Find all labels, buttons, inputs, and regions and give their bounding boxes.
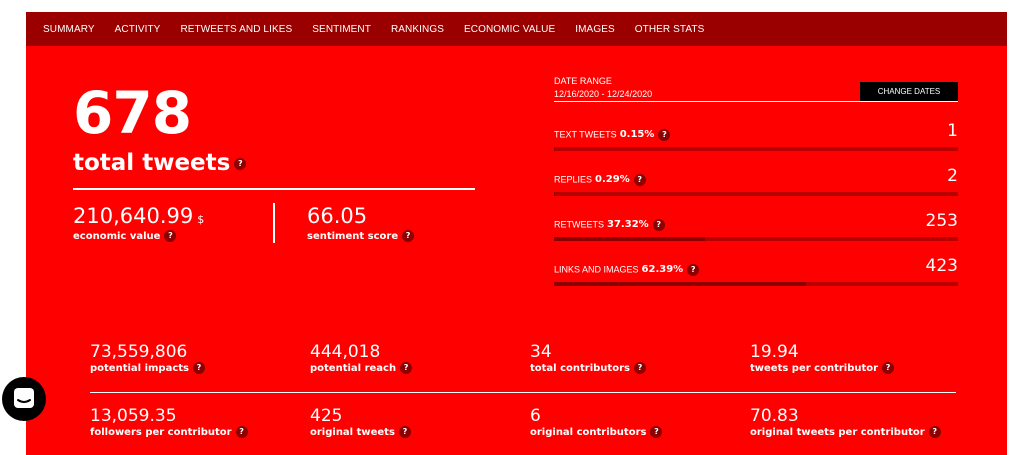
original-contributors-value: 6 (530, 406, 541, 426)
breakdown-label: LINKS AND IMAGES 62.39%? (554, 264, 700, 276)
breakdown-label: TEXT TWEETS 0.15%? (554, 129, 671, 141)
nav-rankings[interactable]: RANKINGS (381, 24, 454, 35)
sentiment-score-label: sentiment score? (307, 230, 415, 242)
breakdown-count: 253 (925, 211, 958, 231)
help-icon[interactable]: ? (928, 426, 941, 438)
potential-reach-value: 444,018 (310, 342, 381, 362)
top-nav: SUMMARY ACTIVITY RETWEETS AND LIKES SENT… (26, 12, 1007, 46)
help-icon[interactable]: ? (235, 426, 248, 438)
breakdown-row: LINKS AND IMAGES 62.39%? 423 (554, 256, 958, 286)
original-tweets-value: 425 (310, 406, 343, 426)
potential-impacts-label: potential impacts? (90, 362, 205, 374)
breakdown-bar-fill (554, 237, 705, 241)
help-icon[interactable]: ? (164, 230, 177, 242)
nav-economic-value[interactable]: ECONOMIC VALUE (454, 24, 565, 35)
original-tweets-label: original tweets? (310, 426, 411, 438)
help-icon[interactable]: ? (658, 129, 671, 141)
help-icon[interactable]: ? (193, 362, 205, 374)
help-icon[interactable]: ? (687, 264, 700, 276)
divider (73, 188, 475, 190)
total-tweets-label: total tweets? (73, 150, 247, 176)
potential-impacts-value: 73,559,806 (90, 342, 188, 362)
help-icon[interactable]: ? (882, 362, 895, 374)
currency-unit: $ (197, 213, 205, 226)
breakdown-bar (554, 192, 958, 196)
nav-retweets-and-likes[interactable]: RETWEETS AND LIKES (170, 24, 302, 35)
breakdown-count: 2 (947, 166, 958, 186)
help-icon[interactable]: ? (398, 426, 411, 438)
breakdown-bar-fill (554, 282, 807, 286)
breakdown-row: RETWEETS 37.32%? 253 (554, 211, 958, 241)
breakdown-bar-fill (554, 147, 555, 151)
economic-value-label: economic value? (73, 230, 177, 242)
breakdown-bar (554, 147, 958, 151)
help-icon[interactable]: ? (633, 174, 646, 186)
help-icon[interactable]: ? (234, 157, 247, 170)
breakdown-label: REPLIES 0.29%? (554, 174, 646, 186)
original-tweets-per-contributor-value: 70.83 (750, 406, 799, 426)
breakdown-row: REPLIES 0.29%? 2 (554, 166, 958, 196)
date-range-title: DATE RANGE (554, 76, 612, 86)
help-icon[interactable]: ? (402, 230, 415, 242)
nav-sentiment[interactable]: SENTIMENT (302, 24, 381, 35)
nav-summary[interactable]: SUMMARY (26, 24, 105, 35)
followers-per-contributor-value: 13,059.35 (90, 406, 177, 426)
breakdown-count: 423 (925, 256, 958, 276)
breakdown-count: 1 (947, 121, 958, 141)
followers-per-contributor-label: followers per contributor? (90, 426, 248, 438)
nav-other-stats[interactable]: OTHER STATS (625, 24, 715, 35)
date-range-value: 12/16/2020 - 12/24/2020 (554, 89, 653, 99)
breakdown-label: RETWEETS 37.32%? (554, 219, 665, 231)
economic-value: 210,640.99 $ (73, 204, 205, 228)
total-contributors-value: 34 (530, 342, 552, 362)
chat-bubble-icon (14, 388, 34, 408)
help-icon[interactable]: ? (633, 362, 646, 374)
potential-reach-label: potential reach? (310, 362, 413, 374)
nav-activity[interactable]: ACTIVITY (105, 24, 171, 35)
original-contributors-label: original contributors? (530, 426, 663, 438)
original-tweets-per-contributor-label: original tweets per contributor? (750, 426, 941, 438)
divider (90, 392, 956, 393)
breakdown-bar (554, 237, 958, 241)
total-tweets-value: 678 (73, 79, 192, 147)
stats-panel: SUMMARY ACTIVITY RETWEETS AND LIKES SENT… (26, 12, 1007, 455)
chat-launcher-button[interactable] (2, 377, 46, 421)
help-icon[interactable]: ? (650, 426, 663, 438)
breakdown-row: TEXT TWEETS 0.15%? 1 (554, 121, 958, 151)
total-contributors-label: total contributors? (530, 362, 646, 374)
breakdown-bar (554, 282, 958, 286)
tweets-per-contributor-value: 19.94 (750, 342, 799, 362)
vertical-divider (273, 203, 275, 243)
breakdown-bar-fill (554, 192, 556, 196)
help-icon[interactable]: ? (652, 219, 665, 231)
nav-images[interactable]: IMAGES (565, 24, 625, 35)
date-range-underline (554, 101, 958, 102)
tweets-per-contributor-label: tweets per contributor? (750, 362, 895, 374)
help-icon[interactable]: ? (400, 362, 413, 374)
sentiment-score-value: 66.05 (307, 204, 368, 228)
change-dates-button[interactable]: CHANGE DATES (860, 82, 958, 101)
